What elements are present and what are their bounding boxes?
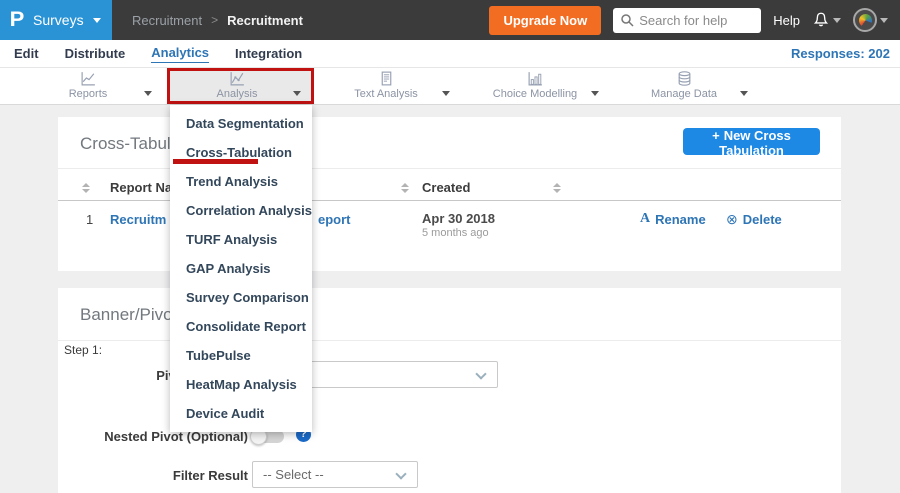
menu-item-survey-comparison[interactable]: Survey Comparison [170,283,312,312]
reports-dropdown-caret[interactable] [144,83,152,101]
menu-item-correlation-analysis[interactable]: Correlation Analysis [170,196,312,225]
plus-icon: + [712,128,720,143]
search-icon [621,13,634,27]
tab-distribute[interactable]: Distribute [65,46,126,61]
topbar-right-group: Upgrade Now Help [489,5,900,35]
analysis-dropdown-menu: Data Segmentation Cross-Tabulation Trend… [170,105,312,432]
brand-block[interactable]: P Surveys [0,0,112,40]
bar-chart-icon [528,72,542,86]
annotation-underline [173,159,258,164]
row-index: 1 [86,212,94,227]
avatar [853,8,877,32]
menu-item-device-audit[interactable]: Device Audit [170,399,312,428]
top-navbar: P Surveys Recruitment > Recruitment Upgr… [0,0,900,40]
analysis-dropdown-caret[interactable] [293,83,301,101]
text-analysis-dropdown-caret[interactable] [442,83,450,101]
line-chart-icon [81,72,95,86]
toolbar-item-manage-data[interactable]: Manage Data [614,70,754,100]
account-control[interactable] [853,8,888,32]
sort-toggle-icon[interactable] [401,179,409,194]
analytics-toolbar: Reports Analysis Text Analysis Choice Mo… [0,68,900,105]
panel-title: Banner/Pivot [80,305,178,324]
scatter-chart-icon [230,72,244,86]
new-cross-tabulation-button[interactable]: + New Cross Tabulation [683,128,820,158]
toolbar-item-analysis[interactable]: Analysis [167,70,307,100]
created-ago: 5 months ago [422,227,489,239]
delete-circle-x-icon: ⊗ [726,211,738,227]
toolbar-item-text-analysis[interactable]: Text Analysis [316,70,456,100]
breadcrumb-current: Recruitment [227,12,303,28]
chevron-down-icon [880,17,888,23]
breadcrumb: Recruitment > Recruitment [132,13,303,28]
tab-integration[interactable]: Integration [235,46,302,61]
menu-item-consolidate-report[interactable]: Consolidate Report [170,312,312,341]
column-header-created[interactable]: Created [422,180,470,195]
tab-edit[interactable]: Edit [14,46,39,61]
menu-item-turf-analysis[interactable]: TURF Analysis [170,225,312,254]
survey-tabs: Edit Distribute Analytics Integration Re… [0,40,900,68]
delete-button[interactable]: ⊗ Delete [726,211,782,228]
chevron-down-icon [92,17,101,23]
questionpro-logo-icon: P [9,8,25,31]
filter-result-select[interactable]: -- Select -- [252,461,418,488]
step-label: Step 1: [64,343,103,357]
notifications-control[interactable] [812,11,841,29]
menu-item-heatmap-analysis[interactable]: HeatMap Analysis [170,370,312,399]
filter-result-label: Filter Result [172,468,248,483]
app-window: P Surveys Recruitment > Recruitment Upgr… [0,0,900,493]
toolbar-item-choice-modelling[interactable]: Choice Modelling [465,70,605,100]
menu-item-data-segmentation[interactable]: Data Segmentation [170,109,312,138]
bell-icon [813,12,829,27]
menu-item-trend-analysis[interactable]: Trend Analysis [170,167,312,196]
help-search [613,7,762,33]
rename-button[interactable]: A Rename [640,211,706,227]
gauge-icon [857,12,873,28]
database-icon [678,71,690,86]
report-name-link[interactable]: eport [318,212,351,227]
rename-a-icon: A [640,211,651,226]
chevron-down-icon [395,468,407,480]
menu-item-tubepulse[interactable]: TubePulse [170,341,312,370]
choice-modelling-dropdown-caret[interactable] [591,83,599,101]
upgrade-now-button[interactable]: Upgrade Now [489,5,602,35]
help-link[interactable]: Help [773,13,800,28]
breadcrumb-separator-icon: > [211,13,219,27]
toolbar-item-reports[interactable]: Reports [18,70,158,100]
responses-count[interactable]: Responses: 202 [791,46,890,61]
tab-analytics[interactable]: Analytics [151,45,210,63]
breadcrumb-parent[interactable]: Recruitment [132,13,202,28]
menu-item-gap-analysis[interactable]: GAP Analysis [170,254,312,283]
surveys-menu[interactable]: Surveys [33,12,84,28]
report-name-link[interactable]: Recruitm [110,212,166,227]
chevron-down-icon [833,17,841,23]
document-icon [381,71,391,86]
chevron-down-icon [475,368,487,380]
sort-toggle-icon[interactable] [553,179,561,194]
search-input[interactable] [613,7,762,33]
created-date: Apr 30 2018 [422,211,495,226]
manage-data-dropdown-caret[interactable] [740,83,748,101]
sort-toggle-icon[interactable] [82,179,90,194]
